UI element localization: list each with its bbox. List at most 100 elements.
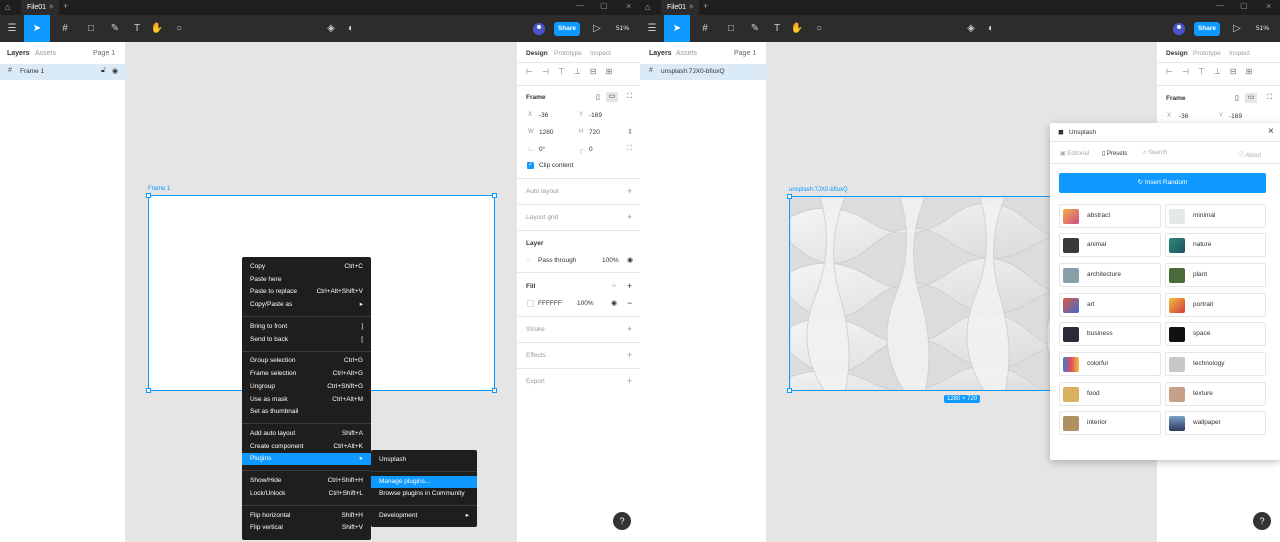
pen-tool-icon[interactable]: ✎ <box>104 15 126 42</box>
rotation-field[interactable]: 0° <box>539 146 545 153</box>
tab-assets[interactable]: Assets <box>676 50 697 57</box>
preset-food[interactable]: food <box>1059 382 1161 406</box>
resize-handle[interactable] <box>146 193 151 198</box>
maximize-icon[interactable]: ▢ <box>1240 1 1248 10</box>
blend-mode-select[interactable]: Pass through <box>538 257 576 264</box>
close-plugin-icon[interactable]: × <box>1268 126 1274 137</box>
fill-styles-icon[interactable]: ⁘ <box>611 282 617 290</box>
tab-layers[interactable]: Layers <box>7 50 30 57</box>
preset-business[interactable]: business <box>1059 322 1161 346</box>
preset-interior[interactable]: interior <box>1059 411 1161 435</box>
shape-tool-icon[interactable]: □ <box>80 15 102 42</box>
constrain-icon[interactable]: ⇕ <box>627 128 633 136</box>
maximize-icon[interactable]: ▢ <box>600 1 608 10</box>
components-icon[interactable]: ◈ <box>322 15 340 42</box>
menu-item-send-back[interactable]: Send to back[ <box>242 334 371 346</box>
add-layout-grid-icon[interactable]: + <box>627 212 632 222</box>
hand-tool-icon[interactable]: ✋ <box>148 15 166 42</box>
fill-hex[interactable]: FFFFFF <box>538 300 562 307</box>
comment-tool-icon[interactable]: ○ <box>810 15 828 42</box>
menu-item-lock-unlock[interactable]: Lock/Unlock Ctrl+Shift+L <box>242 488 371 500</box>
zoom-level[interactable]: 51% <box>1256 25 1269 32</box>
menu-item-auto-layout[interactable]: Add auto layout Shift+A <box>242 428 371 440</box>
share-button[interactable]: Share <box>1194 22 1220 36</box>
about-tab[interactable]: ⓘ About <box>1238 150 1261 159</box>
share-button[interactable]: Share <box>554 22 580 36</box>
text-tool-icon[interactable]: T <box>128 15 146 42</box>
menu-item-paste-here[interactable]: Paste here <box>242 274 371 286</box>
tab-design[interactable]: Design <box>526 50 548 57</box>
present-icon[interactable]: ▷ <box>1230 15 1244 42</box>
resize-handle[interactable] <box>787 388 792 393</box>
y-field[interactable]: -169 <box>1229 113 1242 120</box>
frame-label[interactable]: Frame 1 <box>148 186 170 192</box>
resize-handle[interactable] <box>492 193 497 198</box>
preset-plant[interactable]: plant <box>1165 263 1266 287</box>
help-button[interactable]: ? <box>613 512 631 530</box>
tab-prototype[interactable]: Prototype <box>1193 50 1221 57</box>
menu-item-plugins[interactable]: Plugins ▸ <box>242 453 371 465</box>
layer-opacity[interactable]: 100% <box>602 257 619 264</box>
home-icon[interactable]: ⌂ <box>645 2 650 12</box>
resize-handle[interactable] <box>146 388 151 393</box>
menu-item-paste-replace[interactable]: Paste to replace Ctrl+Alt+Shift+V <box>242 286 371 298</box>
tab-design[interactable]: Design <box>1166 50 1188 57</box>
minimize-icon[interactable]: — <box>1216 1 1224 10</box>
tab-assets[interactable]: Assets <box>35 50 56 57</box>
preset-wallpaper[interactable]: wallpaper <box>1165 411 1266 435</box>
menu-item-flip-h[interactable]: Flip horizontal Shift+H <box>242 510 371 522</box>
zoom-level[interactable]: 51% <box>616 25 629 32</box>
page-selector[interactable]: Page 1 <box>93 50 115 57</box>
preset-animal[interactable]: animal <box>1059 233 1161 257</box>
text-tool-icon[interactable]: T <box>768 15 786 42</box>
move-tool-icon[interactable]: ➤ <box>664 15 690 42</box>
menu-item-flip-v[interactable]: Flip vertical Shift+V <box>242 522 371 534</box>
remove-fill-icon[interactable]: − <box>627 298 632 308</box>
close-tab-icon[interactable]: × <box>689 2 694 11</box>
layer-row-unsplash[interactable]: # unsplash:7JX0-bfiuxQ <box>640 64 767 80</box>
present-icon[interactable]: ▷ <box>590 15 604 42</box>
preset-minimal[interactable]: minimal <box>1165 204 1266 228</box>
add-fill-icon[interactable]: + <box>627 281 632 291</box>
close-window-icon[interactable]: × <box>1266 1 1271 11</box>
shape-tool-icon[interactable]: □ <box>720 15 742 42</box>
tab-layers[interactable]: Layers <box>649 50 672 57</box>
submenu-item-unsplash[interactable]: Unsplash <box>371 454 477 466</box>
menu-item-ungroup[interactable]: Ungroup Ctrl+Shift+G <box>242 381 371 393</box>
menu-item-copy-paste-as[interactable]: Copy/Paste as ▸ <box>242 299 371 311</box>
main-menu-icon[interactable]: ☰ <box>642 15 662 42</box>
avatar[interactable] <box>533 23 545 35</box>
menu-item-frame[interactable]: Frame selection Ctrl+Alt+G <box>242 368 371 380</box>
menu-item-copy[interactable]: Copy Ctrl+C <box>242 261 371 273</box>
pen-tool-icon[interactable]: ✎ <box>744 15 766 42</box>
menu-item-show-hide[interactable]: Show/Hide Ctrl+Shift+H <box>242 475 371 487</box>
preset-nature[interactable]: nature <box>1165 233 1266 257</box>
resize-to-fit-icon[interactable]: ⛶ <box>627 93 632 101</box>
fill-swatch[interactable] <box>527 300 534 307</box>
tab-inspect[interactable]: Inspect <box>1229 50 1250 57</box>
frame-label[interactable]: unsplash:7JX0-bfiuxQ <box>789 187 848 193</box>
resize-handle[interactable] <box>492 388 497 393</box>
frame-tool-icon[interactable]: # <box>694 15 716 42</box>
clip-content-checkbox[interactable]: ✓ <box>527 162 534 169</box>
menu-item-mask[interactable]: Use as mask Ctrl+Alt+M <box>242 394 371 406</box>
add-export-icon[interactable]: + <box>627 376 632 386</box>
search-tab[interactable]: ⌕ Search <box>1143 150 1167 157</box>
eye-icon[interactable]: ◉ <box>112 67 118 75</box>
add-auto-layout-icon[interactable]: + <box>627 186 632 196</box>
close-tab-icon[interactable]: × <box>49 2 54 11</box>
x-field[interactable]: -36 <box>1179 113 1188 120</box>
lock-icon[interactable]: 🔓︎ <box>101 67 106 75</box>
menu-item-bring-front[interactable]: Bring to front] <box>242 321 371 333</box>
radius-field[interactable]: 0 <box>589 146 593 153</box>
page-selector[interactable]: Page 1 <box>734 50 756 57</box>
preset-colorful[interactable]: colorful <box>1059 352 1161 376</box>
fill-opacity[interactable]: 100% <box>577 300 594 307</box>
new-tab-icon[interactable]: + <box>703 1 708 11</box>
submenu-item-browse[interactable]: Browse plugins in Community <box>371 488 477 500</box>
comment-tool-icon[interactable]: ○ <box>170 15 188 42</box>
editorial-tab[interactable]: ▣ Editorial <box>1060 150 1089 157</box>
theme-icon[interactable]: ◐ <box>982 15 1000 42</box>
avatar[interactable] <box>1173 23 1185 35</box>
tab-inspect[interactable]: Inspect <box>590 50 611 57</box>
